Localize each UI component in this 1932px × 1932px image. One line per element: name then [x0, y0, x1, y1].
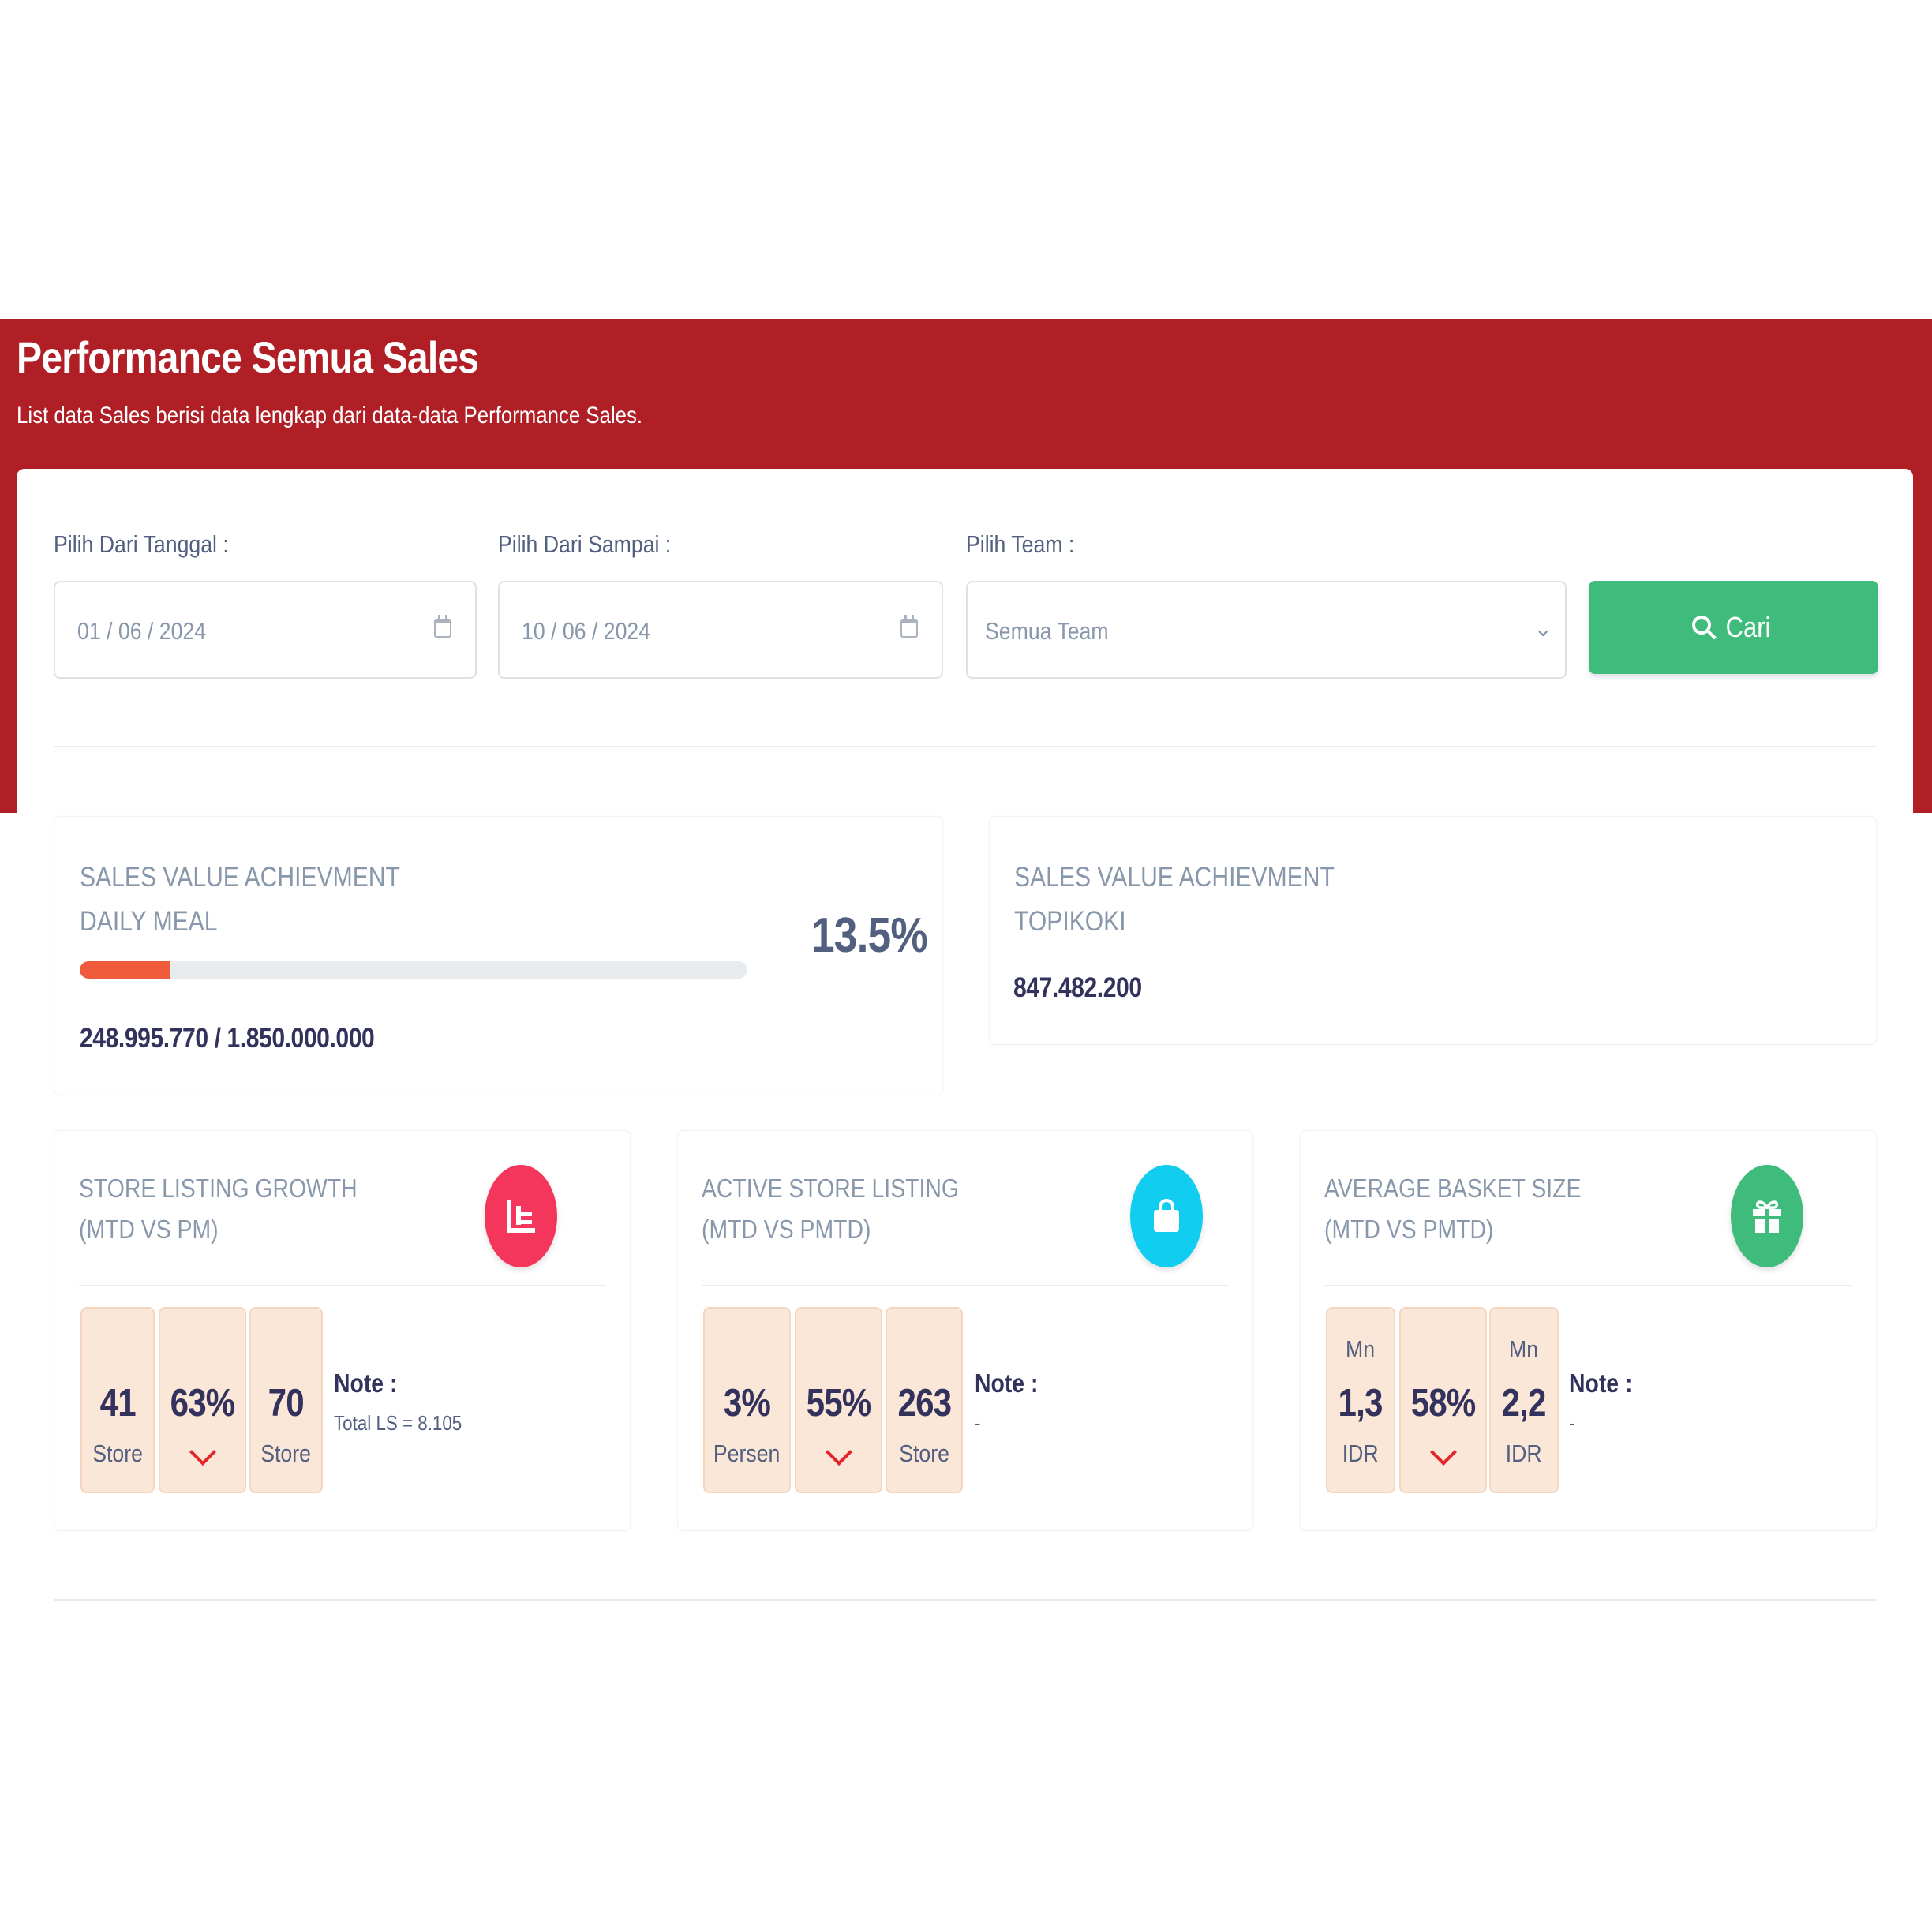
gift-icon: [1731, 1165, 1803, 1267]
abs-cell-growth-value: 58%: [1410, 1382, 1477, 1425]
slg-card-divider: [79, 1285, 606, 1286]
daily-meal-title-line1: SALES VALUE ACHIEVMENT: [80, 862, 400, 893]
abs-card-divider: [1324, 1285, 1852, 1286]
search-button[interactable]: Cari: [1589, 581, 1878, 674]
slg-title-line2: (MTD VS PM): [79, 1215, 219, 1244]
topikoki-title-line1: SALES VALUE ACHIEVMENT: [1014, 862, 1335, 893]
daily-meal-title-line2: DAILY MEAL: [80, 906, 218, 937]
daily-meal-percent: 13.5%: [811, 908, 928, 963]
slg-cell-pm-value: 70: [268, 1382, 305, 1425]
abs-title-line2: (MTD VS PMTD): [1324, 1215, 1494, 1244]
abs-title-line1: AVERAGE BASKET SIZE: [1324, 1174, 1582, 1203]
slg-note-label: Note :: [334, 1368, 398, 1398]
team-label: Pilih Team :: [966, 530, 1075, 558]
asl-cell-pmtd: 263 Store: [886, 1307, 963, 1493]
asl-title-line1: ACTIVE STORE LISTING: [702, 1174, 959, 1203]
abs-cell-mtd-unit: IDR: [1342, 1440, 1379, 1467]
trend-down-icon: [189, 1439, 216, 1466]
abs-note-label: Note :: [1569, 1368, 1633, 1398]
team-select-value: Semua Team: [985, 617, 1109, 645]
asl-title-line2: (MTD VS PMTD): [702, 1215, 871, 1244]
slg-cell-pm-unit: Store: [260, 1440, 312, 1467]
from-date-input[interactable]: 01 / 06 / 2024: [54, 581, 477, 679]
daily-meal-progress-bar: [80, 961, 747, 979]
slg-cell-growth-value: 63%: [170, 1382, 236, 1425]
asl-cell-pmtd-unit: Store: [899, 1440, 949, 1467]
trend-down-icon: [825, 1439, 852, 1466]
daily-meal-progress-fill: [80, 961, 170, 979]
slg-note-text: Total LS = 8.105: [334, 1411, 462, 1435]
asl-cell-growth: 55%: [795, 1307, 882, 1493]
team-select[interactable]: Semua Team ⌄: [966, 581, 1567, 679]
abs-cell-mtd-top: Mn: [1346, 1335, 1376, 1363]
asl-card-divider: [702, 1285, 1229, 1286]
topikoki-title-line2: TOPIKOKI: [1014, 906, 1126, 937]
abs-note-text: -: [1569, 1411, 1575, 1435]
search-icon: [1692, 616, 1712, 635]
slg-cell-mtd: 41 Store: [80, 1307, 155, 1493]
to-date-label: Pilih Dari Sampai :: [498, 530, 672, 558]
search-button-label: Cari: [1726, 611, 1771, 643]
abs-cell-growth: 58%: [1399, 1307, 1487, 1493]
asl-cell-pmtd-value: 263: [897, 1382, 952, 1425]
abs-cell-pmtd-unit: IDR: [1506, 1440, 1542, 1467]
abs-cell-pmtd: Mn 2,2 IDR: [1489, 1307, 1559, 1493]
slg-cell-mtd-unit: Store: [92, 1440, 143, 1467]
slg-title-line1: STORE LISTING GROWTH: [79, 1174, 358, 1203]
asl-cell-mtd-unit: Persen: [713, 1440, 781, 1467]
shopping-bag-icon: [1130, 1165, 1203, 1267]
slg-cell-growth: 63%: [159, 1307, 246, 1493]
abs-cell-mtd: Mn 1,3 IDR: [1326, 1307, 1395, 1493]
slg-cell-mtd-value: 41: [99, 1382, 136, 1425]
abs-cell-mtd-value: 1,3: [1338, 1382, 1383, 1425]
filter-divider: [54, 746, 1877, 747]
asl-note-text: -: [975, 1411, 981, 1435]
asl-cell-mtd: 3% Persen: [703, 1307, 791, 1493]
chevron-down-icon: ⌄: [1533, 616, 1552, 641]
topikoki-value: 847.482.200: [1013, 972, 1142, 1003]
to-date-value: 10 / 06 / 2024: [522, 617, 651, 645]
to-date-input[interactable]: 10 / 06 / 2024: [498, 581, 943, 679]
abs-cell-pmtd-value: 2,2: [1501, 1382, 1547, 1425]
abs-cell-pmtd-top: Mn: [1509, 1335, 1539, 1363]
asl-cell-growth-value: 55%: [806, 1382, 872, 1425]
calendar-icon[interactable]: [434, 615, 451, 638]
top-blank-area: [0, 0, 1932, 319]
from-date-value: 01 / 06 / 2024: [77, 617, 207, 645]
daily-meal-values: 248.995.770 / 1.850.000.000: [80, 1023, 375, 1054]
page-title: Performance Semua Sales: [17, 332, 479, 382]
slg-cell-pm: 70 Store: [249, 1307, 323, 1493]
bottom-blank-area: [0, 1610, 1932, 1932]
from-date-label: Pilih Dari Tanggal :: [54, 530, 229, 558]
page-subtitle: List data Sales berisi data lengkap dari…: [17, 402, 643, 429]
chart-list-icon: [485, 1165, 557, 1267]
asl-note-label: Note :: [975, 1368, 1039, 1398]
asl-cell-mtd-value: 3%: [723, 1382, 771, 1425]
calendar-icon[interactable]: [900, 615, 918, 638]
bottom-divider: [54, 1599, 1877, 1601]
trend-down-icon: [1429, 1439, 1457, 1466]
